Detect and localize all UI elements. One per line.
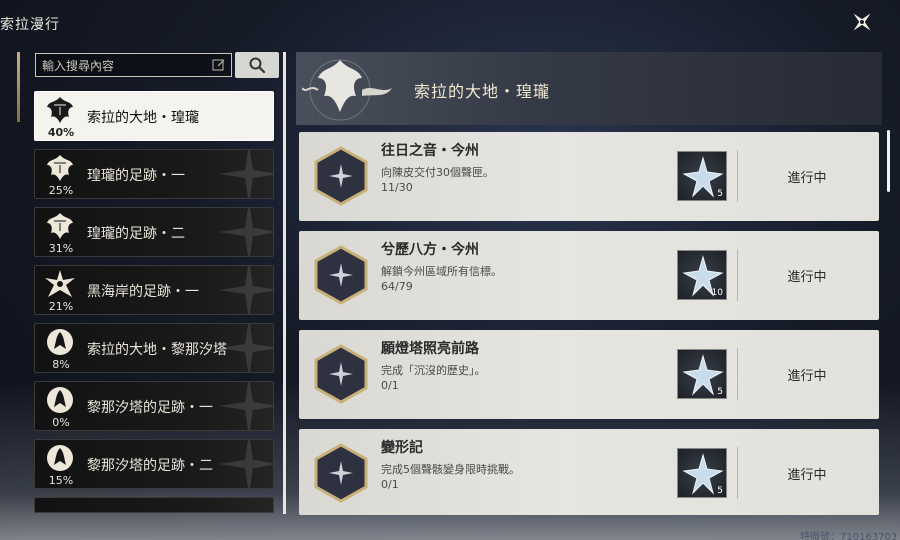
region-item-6[interactable]: 15% 黎那汐塔的足跡・二 (34, 439, 274, 489)
quest-list: 往日之音・今州 向陳皮交付30個聲匣。 11/30 5 進行中 兮歷八方・今州 … (299, 132, 879, 525)
reward-count: 5 (717, 486, 723, 496)
quest-status[interactable]: 進行中 (767, 365, 847, 384)
reward-item[interactable]: 5 (677, 151, 727, 201)
region-item-partial[interactable] (34, 497, 274, 513)
quest-description: 向陳皮交付30個聲匣。 (381, 166, 494, 179)
reward-item[interactable]: 5 (677, 349, 727, 399)
quest-description: 解鎖今州區域所有信標。 (381, 265, 502, 278)
close-icon (853, 13, 871, 31)
quest-title: 兮歷八方・今州 (381, 242, 479, 258)
star-crest-icon (45, 270, 75, 297)
region-item-1[interactable]: 25% 瑝瓏的足跡・一 (34, 149, 274, 199)
quest-hexagon-icon (314, 146, 368, 206)
decorative-star-icon (219, 324, 273, 372)
region-label: 瑝瓏的足跡・二 (87, 226, 185, 242)
region-item-4[interactable]: 8% 索拉的大地・黎那汐塔 (34, 323, 274, 373)
quest-separator (737, 447, 738, 499)
region-list: 40% 索拉的大地・瑝瓏 25% 瑝瓏的足跡・一 31% 瑝瓏的足跡・二 21%… (34, 91, 274, 521)
dragon-crest-icon (47, 97, 73, 123)
region-label: 瑝瓏的足跡・一 (87, 168, 185, 184)
reward-count: 5 (717, 189, 723, 199)
bird-crest-icon (47, 329, 73, 355)
reward-item[interactable]: 5 (677, 448, 727, 498)
quest-card: 變形記 完成5個聲骸變身限時挑戰。 0/1 5 進行中 (299, 429, 879, 515)
quest-card: 往日之音・今州 向陳皮交付30個聲匣。 11/30 5 進行中 (299, 132, 879, 221)
region-percent: 8% (52, 358, 70, 371)
quest-hexagon-icon (314, 443, 368, 503)
app-title: 索拉漫行 (0, 17, 60, 33)
reward-item[interactable]: 10 (677, 250, 727, 300)
region-header: 索拉的大地・瑝瓏 (296, 52, 882, 125)
quest-status[interactable]: 進行中 (767, 464, 847, 483)
quest-progress: 64/79 (381, 280, 413, 293)
scrollbar-thumb[interactable] (887, 130, 890, 192)
search-icon (249, 57, 266, 74)
region-percent: 21% (48, 300, 74, 313)
close-button[interactable] (848, 8, 876, 36)
quest-card: 願燈塔照亮前路 完成「沉沒的歷史」。 0/1 5 進行中 (299, 330, 879, 419)
decorative-star-icon (219, 266, 273, 314)
search-placeholder: 輸入搜尋內容 (42, 58, 115, 73)
bird-crest-icon (47, 387, 73, 413)
quest-separator (737, 249, 738, 301)
region-item-5[interactable]: 0% 黎那汐塔的足跡・一 (34, 381, 274, 431)
decorative-star-icon (219, 382, 273, 430)
panel-divider (283, 52, 286, 514)
region-percent: 40% (47, 126, 75, 139)
region-item-0[interactable]: 40% 索拉的大地・瑝瓏 (34, 91, 274, 141)
quest-status[interactable]: 進行中 (767, 266, 847, 285)
quest-title: 變形記 (381, 440, 423, 456)
sidebar-accent-line (17, 52, 20, 122)
region-label: 索拉的大地・瑝瓏 (87, 110, 199, 126)
bird-crest-icon (47, 445, 73, 471)
region-percent: 15% (48, 474, 74, 487)
search-input[interactable]: 輸入搜尋內容 (35, 53, 232, 77)
quest-card: 兮歷八方・今州 解鎖今州區域所有信標。 64/79 10 進行中 (299, 231, 879, 320)
search-button[interactable] (235, 52, 279, 78)
quest-hexagon-icon (314, 245, 368, 305)
decorative-star-icon (219, 150, 273, 198)
region-title: 索拉的大地・瑝瓏 (414, 82, 551, 101)
decorative-star-icon (219, 440, 273, 488)
region-label: 索拉的大地・黎那汐塔 (87, 342, 227, 358)
quest-title: 往日之音・今州 (381, 143, 479, 159)
quest-hexagon-icon (314, 344, 368, 404)
edit-icon (212, 59, 225, 71)
quest-title: 願燈塔照亮前路 (381, 341, 479, 357)
quest-status[interactable]: 進行中 (767, 167, 847, 186)
region-emblem-icon (302, 59, 392, 121)
quest-progress: 0/1 (381, 478, 399, 491)
quest-separator (737, 348, 738, 400)
dragon-crest-icon (47, 213, 73, 239)
decorative-star-icon (219, 208, 273, 256)
quest-separator (737, 150, 738, 202)
region-label: 黎那汐塔的足跡・二 (87, 458, 213, 474)
region-percent: 25% (48, 184, 74, 197)
watermark-text: 特微號：710163703 (800, 532, 898, 540)
region-label: 黎那汐塔的足跡・一 (87, 400, 213, 416)
reward-count: 10 (711, 288, 723, 298)
quest-description: 完成5個聲骸變身限時挑戰。 (381, 463, 520, 476)
dragon-crest-icon (47, 155, 73, 181)
region-percent: 0% (52, 416, 70, 429)
region-label: 黑海岸的足跡・一 (87, 284, 199, 300)
quest-progress: 11/30 (381, 181, 413, 194)
region-percent: 31% (48, 242, 74, 255)
reward-count: 5 (717, 387, 723, 397)
top-bar: 索拉漫行 (0, 0, 900, 44)
quest-description: 完成「沉沒的歷史」。 (381, 364, 486, 377)
region-item-3[interactable]: 21% 黑海岸的足跡・一 (34, 265, 274, 315)
region-item-2[interactable]: 31% 瑝瓏的足跡・二 (34, 207, 274, 257)
quest-progress: 0/1 (381, 379, 399, 392)
